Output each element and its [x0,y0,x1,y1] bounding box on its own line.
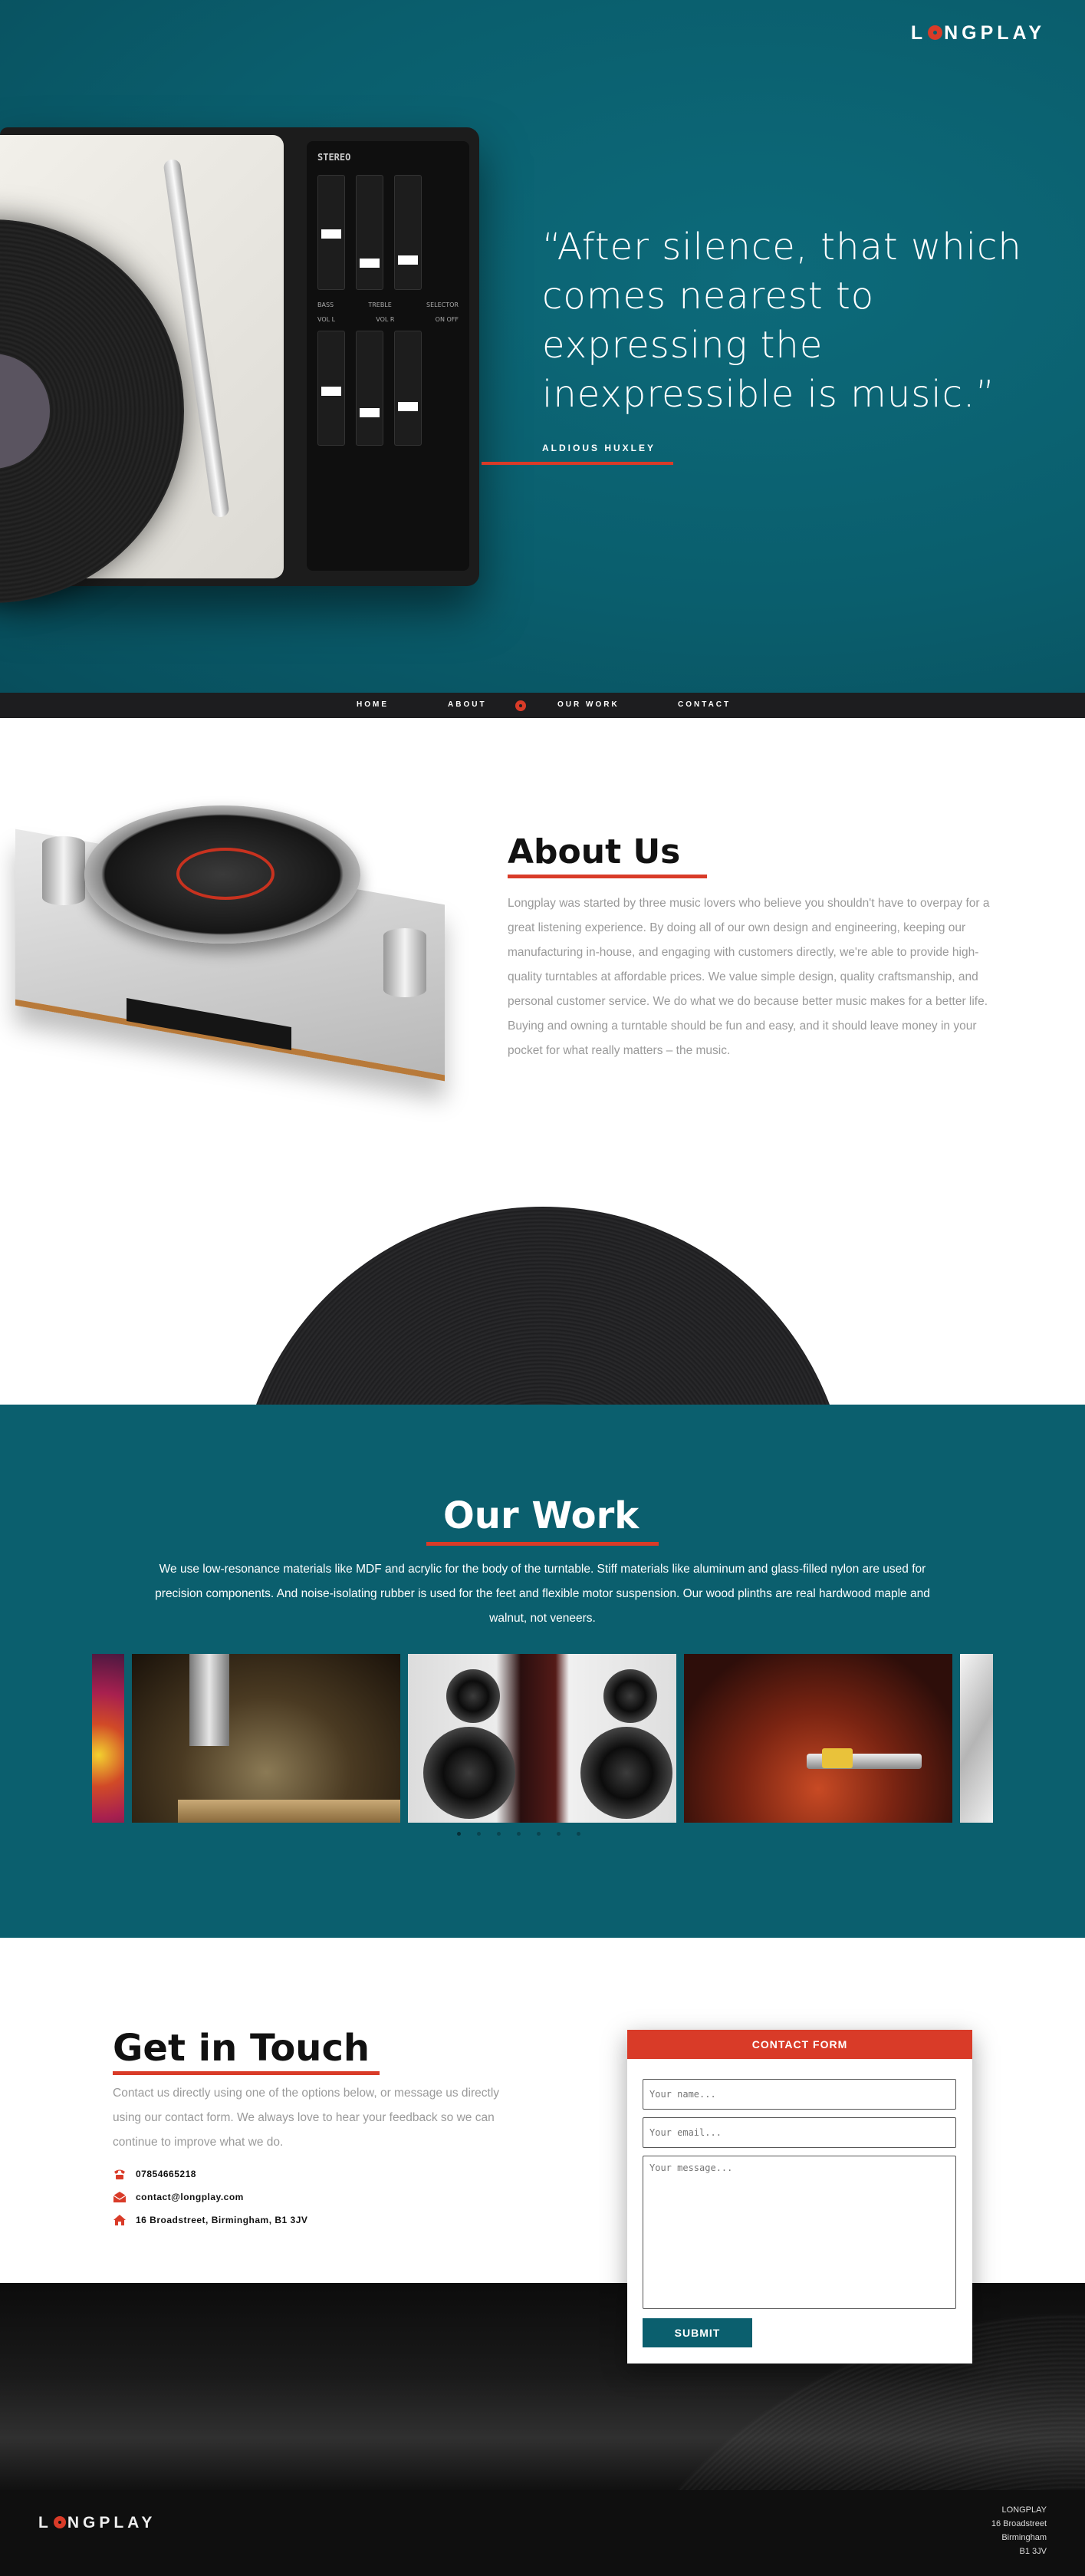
hero-turntable-image: STEREO BASS TREBLE SELECTOR VOL L VOL R ON O… [0,127,479,603]
contact-text: Contact us directly using one of the opt… [113,2087,500,2149]
carousel-dot[interactable] [537,1832,541,1836]
stereo-console: STEREO BASS TREBLE SELECTOR VOL L VOL R ON O… [307,141,469,571]
footer-address: LONGPLAY 16 Broadstreet Birmingham B1 3J… [991,2505,1047,2556]
carousel-dot[interactable] [497,1832,501,1836]
site-footer: L NGPLAY LONGPLAY 16 Broadstreet Birmingh… [0,2490,1085,2576]
contact-phone[interactable]: 07854665218 [113,2168,196,2180]
nav-about[interactable]: ABOUT [448,700,487,709]
main-nav: HOME ABOUT OUR WORK CONTACT [0,693,1085,718]
work-gallery-carousel[interactable] [92,1654,993,1823]
contact-title: Get in Touch [113,2027,370,2070]
nav-our-work[interactable]: OUR WORK [557,700,620,709]
contact-address: 16 Broadstreet, Birmingham, B1 3JV [113,2214,307,2226]
about-title-underline [508,875,707,878]
work-title-underline [426,1542,659,1546]
carousel-dot[interactable] [517,1832,521,1836]
about-title: About Us [508,832,681,871]
logo-record-icon [928,25,943,40]
gallery-image-tonearm[interactable] [684,1654,952,1823]
nav-home[interactable]: HOME [357,700,389,709]
logo-record-icon [53,2516,66,2528]
envelope-icon [113,2192,127,2202]
gallery-image-speakers[interactable] [408,1654,676,1823]
nav-record-icon [515,700,526,711]
phone-icon [114,2169,125,2179]
quote-accent-line [482,462,673,465]
gallery-image-partial-right[interactable] [960,1654,993,1823]
record-divider-image [0,1151,1085,1405]
carousel-dot[interactable] [477,1832,481,1836]
footer-logo[interactable]: L NGPLAY [38,2514,156,2532]
carousel-dot[interactable] [457,1832,461,1836]
work-title: Our Work [443,1494,639,1537]
nav-contact[interactable]: CONTACT [678,700,731,709]
quote-author: ALDIOUS HUXLEY [542,443,656,453]
hero-section: L NGPLAY STEREO BASS TREBLE SELECTOR VOL LV… [0,0,1085,693]
hero-quote: “After silence, that which comes nearest… [542,226,1022,416]
carousel-dots [457,1832,580,1838]
home-icon [113,2215,126,2225]
gallery-image-machining[interactable] [132,1654,400,1823]
contact-form: CONTACT FORM SUBMIT [627,2030,972,2364]
gallery-image-partial-left[interactable] [92,1654,124,1823]
email-input[interactable] [643,2117,956,2148]
message-textarea[interactable] [643,2156,956,2309]
carousel-dot[interactable] [577,1832,580,1836]
about-text: Longplay was started by three music love… [508,897,990,1057]
work-text: We use low-resonance materials like MDF … [155,1563,930,1625]
about-turntable-image [0,782,445,1105]
submit-button[interactable]: SUBMIT [643,2318,752,2347]
contact-form-title: CONTACT FORM [627,2030,972,2059]
site-logo[interactable]: L NGPLAY [911,22,1045,44]
console-label: STEREO [317,152,351,163]
contact-title-underline [113,2071,380,2075]
contact-email[interactable]: contact@longplay.com [113,2191,244,2203]
name-input[interactable] [643,2079,956,2110]
carousel-dot[interactable] [557,1832,561,1836]
